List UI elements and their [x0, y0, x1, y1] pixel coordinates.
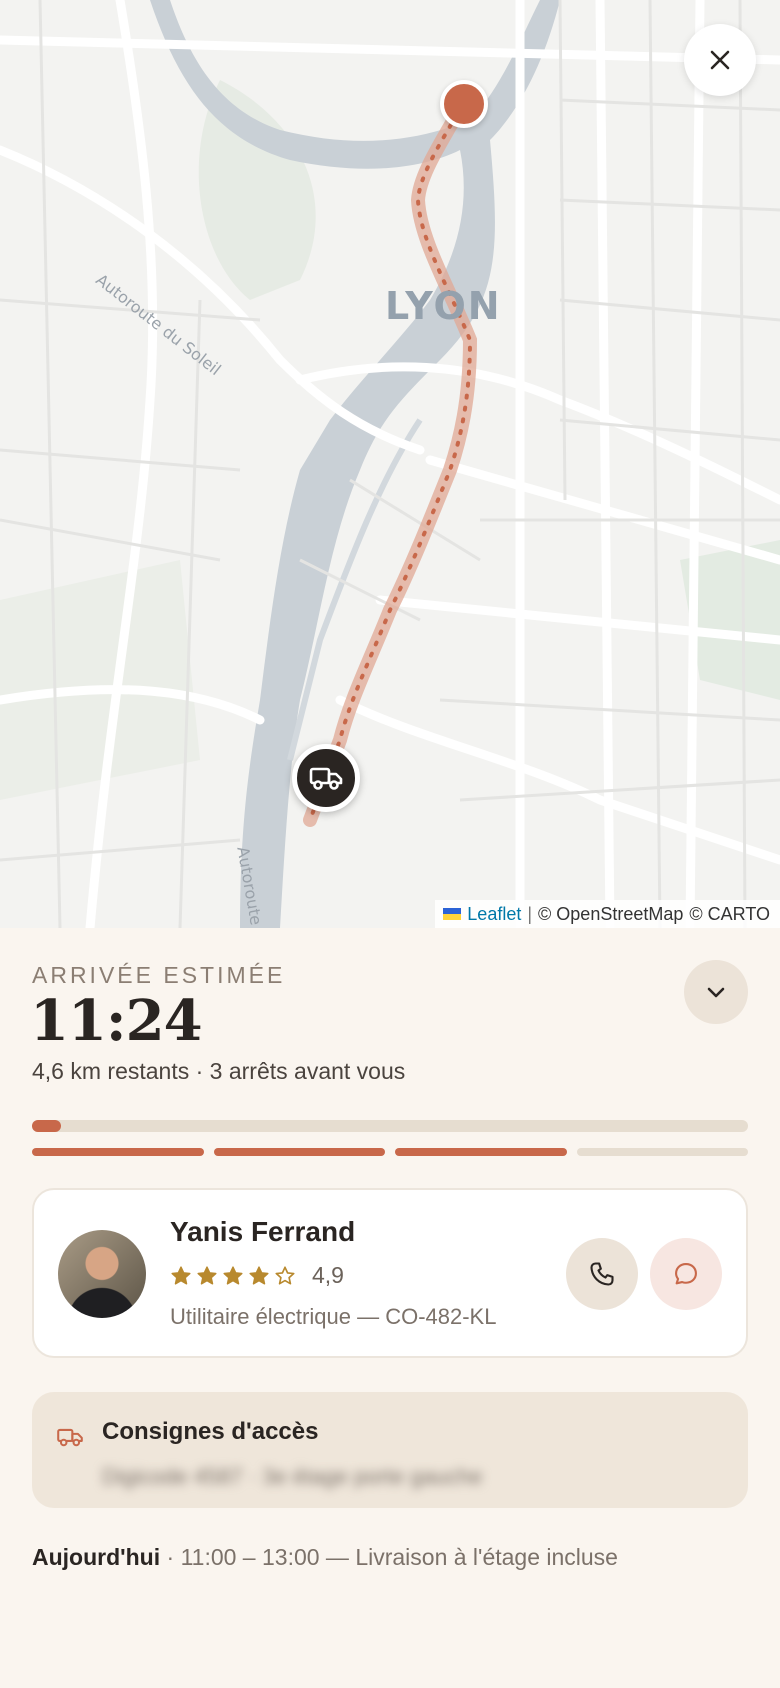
- carto-link[interactable]: © CARTO: [689, 904, 770, 925]
- map[interactable]: Autoroute du Soleil Autoroute LYON Leafl…: [0, 0, 780, 928]
- progress-fill: [32, 1120, 61, 1132]
- vehicle-marker[interactable]: [292, 744, 360, 812]
- phone-icon: [590, 1262, 614, 1286]
- chat-bubble-icon: [675, 1263, 697, 1285]
- tracking-panel: ARRIVÉE ESTIMÉE 11:24 4,6 km restants · …: [0, 928, 780, 1688]
- vehicle-info: Utilitaire électrique — CO-482-KL: [170, 1304, 497, 1329]
- access-title: Consignes d'accès: [102, 1418, 319, 1445]
- delivery-day: Aujourd'hui: [32, 1544, 161, 1570]
- stop-segment: [395, 1148, 567, 1156]
- stop-segment: [576, 1148, 748, 1156]
- access-text-blurred: Digicode 4587 · 3e étage porte gauche: [102, 1464, 483, 1489]
- avatar: [58, 1230, 146, 1318]
- stop-segment: [213, 1148, 385, 1156]
- message-button[interactable]: [650, 1238, 722, 1310]
- eta-subtitle: 4,6 km restants · 3 arrêts avant vous: [32, 1058, 406, 1084]
- access-instructions-card[interactable]: Consignes d'accès Digicode 4587 · 3e éta…: [32, 1392, 748, 1508]
- collapse-button[interactable]: [684, 960, 748, 1024]
- close-icon: [710, 50, 730, 70]
- osm-link[interactable]: © OpenStreetMap: [538, 904, 683, 925]
- delivery-separator: ·: [160, 1544, 181, 1570]
- chevron-down-icon: [707, 987, 725, 998]
- star-filled-icon: [249, 1265, 269, 1285]
- eta-time: 11:24: [30, 988, 203, 1054]
- access-truck-icon: [56, 1426, 84, 1453]
- attribution-separator: |: [527, 903, 533, 924]
- star-filled-icon: [171, 1265, 191, 1285]
- stop-segment: [32, 1148, 204, 1156]
- eta-label: ARRIVÉE ESTIMÉE: [32, 962, 286, 988]
- driver-card: Yanis Ferrand 4,9 Utilitaire électrique …: [32, 1188, 748, 1358]
- leaflet-link[interactable]: Leaflet: [467, 904, 521, 925]
- rating-value: 4,9: [312, 1262, 344, 1288]
- map-tiles: [0, 0, 780, 928]
- map-attribution: Leaflet | © OpenStreetMap © CARTO: [435, 900, 780, 928]
- truck-icon: [309, 767, 343, 790]
- progress-bar: [32, 1120, 748, 1132]
- driver-name: Yanis Ferrand: [170, 1216, 356, 1247]
- stop-segments: [32, 1148, 748, 1156]
- star-filled-icon: [197, 1265, 217, 1285]
- star-filled-icon: [223, 1265, 243, 1285]
- star-outline-icon: [275, 1265, 295, 1285]
- city-label: LYON: [385, 284, 502, 328]
- close-button[interactable]: [684, 24, 756, 96]
- call-button[interactable]: [566, 1238, 638, 1310]
- driver-rating: 4,9: [170, 1262, 344, 1289]
- delivery-details: 11:00 – 13:00 — Livraison à l'étage incl…: [180, 1544, 618, 1570]
- ukraine-flag-icon: [443, 908, 462, 920]
- delivery-window: Aujourd'hui · 11:00 – 13:00 — Livraison …: [32, 1544, 618, 1571]
- destination-marker[interactable]: [440, 80, 488, 128]
